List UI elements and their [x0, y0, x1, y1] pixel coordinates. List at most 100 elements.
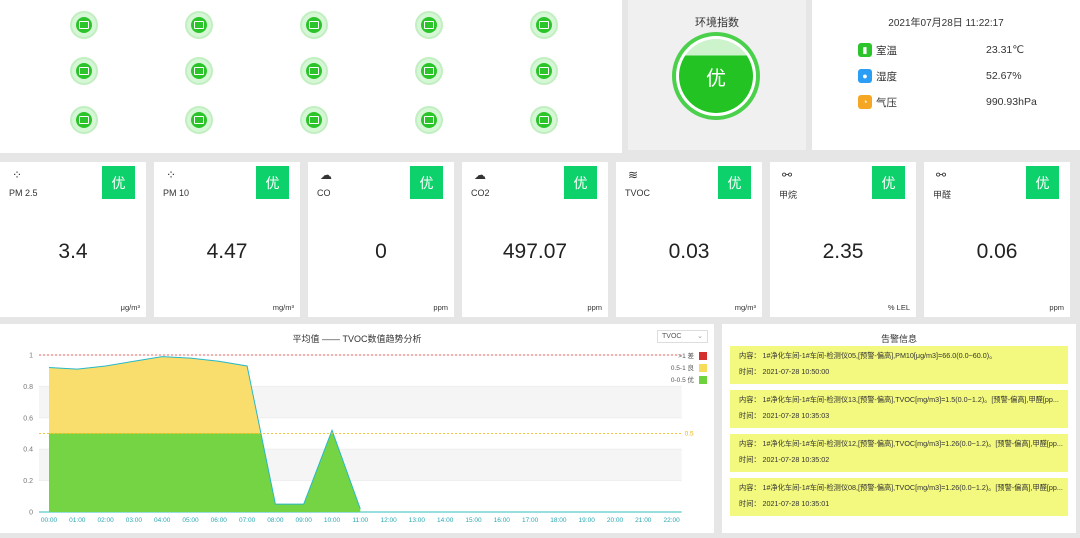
alarm-content: 内容： 1#净化车间-1#车间-检测仪12,[预警-偏高],TVOC[mg/m3…: [739, 439, 1063, 448]
device-icon: [191, 17, 207, 33]
device-status-icon[interactable]: [300, 57, 328, 85]
device-icon: [306, 112, 322, 128]
alarm-title: 告警信息: [880, 334, 917, 344]
metric-unit: mg/m³: [734, 303, 756, 312]
x-tick-label: 00:00: [41, 517, 58, 524]
x-tick-label: 18:00: [550, 517, 567, 524]
metric-card-formaldehyde[interactable]: ⚯ 甲醛 优 0.06 ppm: [924, 162, 1070, 317]
reading-label: 气压: [876, 96, 897, 109]
metric-value: 497.07: [502, 240, 568, 263]
environment-index-level: 优: [679, 39, 753, 113]
metric-value: 0.06: [976, 240, 1018, 263]
device-icon: [306, 63, 322, 79]
x-tick-label: 15:00: [465, 517, 482, 524]
alarm-time: 时间： 2021-07-28 10:35:01: [739, 499, 830, 508]
metric-card-co2[interactable]: ☁ CO2 优 497.07 ppm: [462, 162, 608, 317]
alarm-content: 内容： 1#净化车间-1#车间-检测仪05,[预警-偏高],PM10[μg/m3…: [739, 351, 997, 360]
device-status-icon[interactable]: [185, 11, 213, 39]
trend-chart: 0 0.2 0.4 0.6 0.8 1 00:00 01:00 02:00 03:00 04:00 0…: [23, 351, 707, 524]
metric-level-badge: 优: [718, 166, 751, 199]
metric-name: 甲烷: [779, 190, 798, 200]
reading-temperature: ▮ 室温 23.31℃: [858, 42, 1068, 58]
metric-unit: ppm: [587, 303, 602, 312]
alarm-item[interactable]: 内容： 1#净化车间-1#车间-检测仪13,[预警-偏高],TVOC[mg/m3…: [730, 390, 1068, 428]
metric-name: CO2: [471, 188, 490, 198]
device-status-icon[interactable]: [530, 106, 558, 134]
metric-value: 4.47: [206, 240, 248, 263]
x-tick-label: 04:00: [154, 517, 171, 524]
metric-card-co[interactable]: ☁ CO 优 0 ppm: [308, 162, 454, 317]
x-tick-label: 07:00: [239, 517, 256, 524]
alarm-item[interactable]: 内容： 1#净化车间-1#车间-检测仪12,[预警-偏高],TVOC[mg/m3…: [730, 434, 1068, 472]
metric-level-badge: 优: [872, 166, 905, 199]
y-tick-label: 0.4: [23, 447, 33, 454]
metric-level-badge: 优: [564, 166, 597, 199]
x-tick-label: 13:00: [409, 517, 426, 524]
device-status-icon[interactable]: [415, 11, 443, 39]
x-tick-label: 14:00: [437, 517, 454, 524]
x-tick-label: 17:00: [522, 517, 539, 524]
device-icon: [191, 63, 207, 79]
metric-value: 0: [375, 240, 387, 263]
alarm-time: 时间： 2021-07-28 10:50:00: [739, 367, 830, 376]
device-status-icon[interactable]: [185, 106, 213, 134]
metric-card-methane[interactable]: ⚯ 甲烷 优 2.35 % LEL: [770, 162, 916, 317]
x-tick-label: 09:00: [296, 517, 313, 524]
device-icon: [536, 63, 552, 79]
x-tick-label: 20:00: [607, 517, 624, 524]
device-status-icon[interactable]: [415, 106, 443, 134]
reading-value: 990.93hPa: [986, 96, 1037, 108]
device-status-icon[interactable]: [300, 11, 328, 39]
metric-level-badge: 优: [102, 166, 135, 199]
alarm-time: 时间： 2021-07-28 10:35:02: [739, 455, 830, 464]
metric-value: 3.4: [58, 240, 88, 263]
device-icon: [421, 17, 437, 33]
device-status-icon[interactable]: [70, 106, 98, 134]
metric-level-badge: 优: [1026, 166, 1059, 199]
metric-name: PM 10: [163, 188, 190, 198]
current-datetime: 2021年07月28日 11:22:17: [888, 18, 1004, 29]
metric-unit: μg/m³: [120, 303, 140, 312]
reading-pressure: ◔ 气压 990.93hPa: [858, 94, 1068, 110]
device-status-icon[interactable]: [530, 57, 558, 85]
environment-index-panel: 环境指数 优: [628, 0, 806, 150]
reading-humidity: ● 湿度 52.67%: [858, 68, 1068, 84]
device-status-icon[interactable]: [185, 57, 213, 85]
device-status-icon[interactable]: [70, 11, 98, 39]
y-tick-label: 0: [29, 510, 33, 517]
device-icon: [191, 112, 207, 128]
device-status-icon[interactable]: [530, 11, 558, 39]
humidity-icon: ●: [858, 69, 872, 83]
metric-card-tvoc[interactable]: ≋ TVOC 优 0.03 mg/m³: [616, 162, 762, 317]
co-cloud-icon: ☁: [320, 168, 332, 182]
legend-label: 0.5-1 良: [671, 363, 695, 372]
device-icon: [421, 63, 437, 79]
co2-cloud-icon: ☁: [474, 168, 486, 182]
x-tick-label: 08:00: [267, 517, 284, 524]
device-status-icon[interactable]: [415, 57, 443, 85]
environment-index-gauge: 优: [672, 32, 760, 120]
alarm-item[interactable]: 内容： 1#净化车间-1#车间-检测仪08,[预警-偏高],TVOC[mg/m3…: [730, 478, 1068, 516]
particles-icon: ⁘: [166, 168, 177, 182]
metric-card-pm10[interactable]: ⁘ PM 10 优 4.47 mg/m³: [154, 162, 300, 317]
legend-label: >1 差: [678, 351, 694, 360]
device-icon: [421, 112, 437, 128]
device-status-icon[interactable]: [300, 106, 328, 134]
metric-value: 2.35: [822, 240, 864, 263]
metric-name: PM 2.5: [9, 188, 38, 198]
x-tick-label: 21:00: [635, 517, 652, 524]
y-tick-label: 1: [29, 353, 33, 360]
y-tick-label: 0.8: [23, 384, 33, 391]
reading-label: 湿度: [876, 70, 897, 83]
device-icon: [76, 17, 92, 33]
alarm-item[interactable]: 内容： 1#净化车间-1#车间-检测仪05,[预警-偏高],PM10[μg/m3…: [730, 346, 1068, 384]
x-tick-label: 10:00: [324, 517, 341, 524]
reading-value: 23.31℃: [986, 44, 1025, 56]
x-tick-label: 16:00: [494, 517, 511, 524]
x-tick-label: 03:00: [126, 517, 143, 524]
device-status-icon[interactable]: [70, 57, 98, 85]
metric-card-pm25[interactable]: ⁘ PM 2.5 优 3.4 μg/m³: [0, 162, 146, 317]
trend-chart-panel: 平均值 —— TVOC数值趋势分析 TVOC ⌄ 0 0.2 0.4 0.6 0.8 1 0…: [0, 324, 714, 533]
metric-name: CO: [317, 188, 331, 198]
metric-unit: mg/m³: [272, 303, 294, 312]
